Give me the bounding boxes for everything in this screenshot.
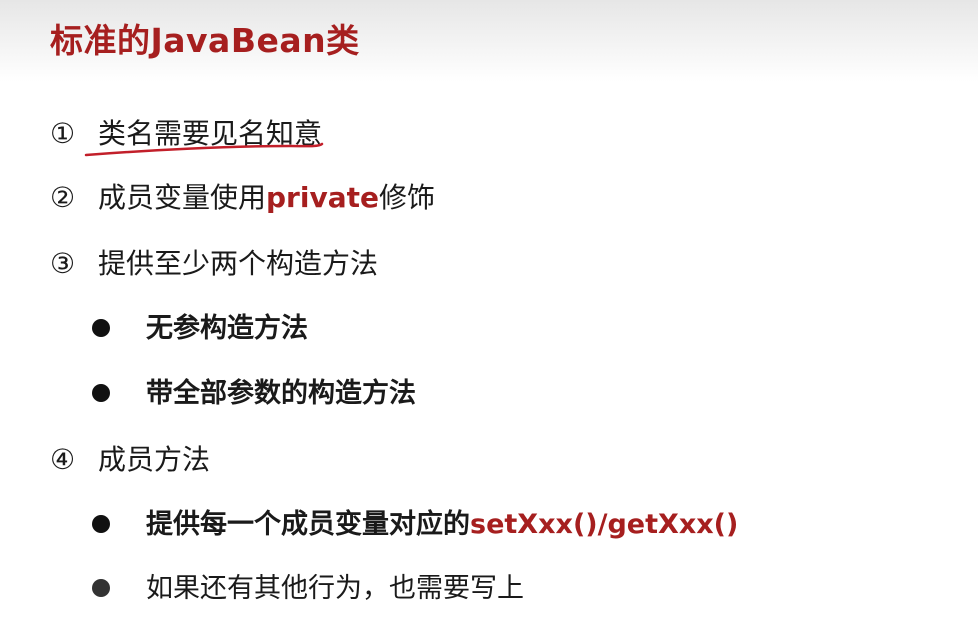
bullet-icon <box>92 579 110 597</box>
list-item-3: ③ 提供至少两个构造方法 <box>50 244 378 284</box>
item-text: 类名需要见名知意 <box>98 117 323 150</box>
list-item-2: ② 成员变量使用private修饰 <box>50 178 435 218</box>
bullet-icon <box>92 384 110 402</box>
method-text: 提供每一个成员变量对应的 <box>146 509 470 540</box>
list-item-4: ④ 成员方法 <box>50 440 210 480</box>
keyword-highlight: private <box>266 181 379 214</box>
item-number: ① <box>50 117 76 150</box>
item-number: ④ <box>50 443 76 476</box>
slide-title: 标准的JavaBean类 <box>50 21 360 60</box>
bullet-icon <box>92 515 110 533</box>
item-text: 成员方法 <box>98 443 211 476</box>
item-text: 成员变量使用 <box>98 181 267 214</box>
method-item: 提供每一个成员变量对应的setXxx()/getXxx() <box>146 505 738 545</box>
method-item: 如果还有其他行为，也需要写上 <box>146 573 524 604</box>
constructor-item: 无参构造方法 <box>146 313 308 344</box>
item-text: 修饰 <box>379 181 436 214</box>
item-number: ② <box>50 181 76 214</box>
list-item-1: ① 类名需要见名知意 <box>50 114 322 154</box>
item-text: 提供至少两个构造方法 <box>98 247 379 280</box>
bullet-icon <box>92 319 110 337</box>
method-highlight: setXxx()/getXxx() <box>470 509 739 540</box>
title-bar: 标准的JavaBean类 <box>0 0 978 82</box>
constructor-item: 带全部参数的构造方法 <box>146 378 416 409</box>
item-number: ③ <box>50 247 76 280</box>
